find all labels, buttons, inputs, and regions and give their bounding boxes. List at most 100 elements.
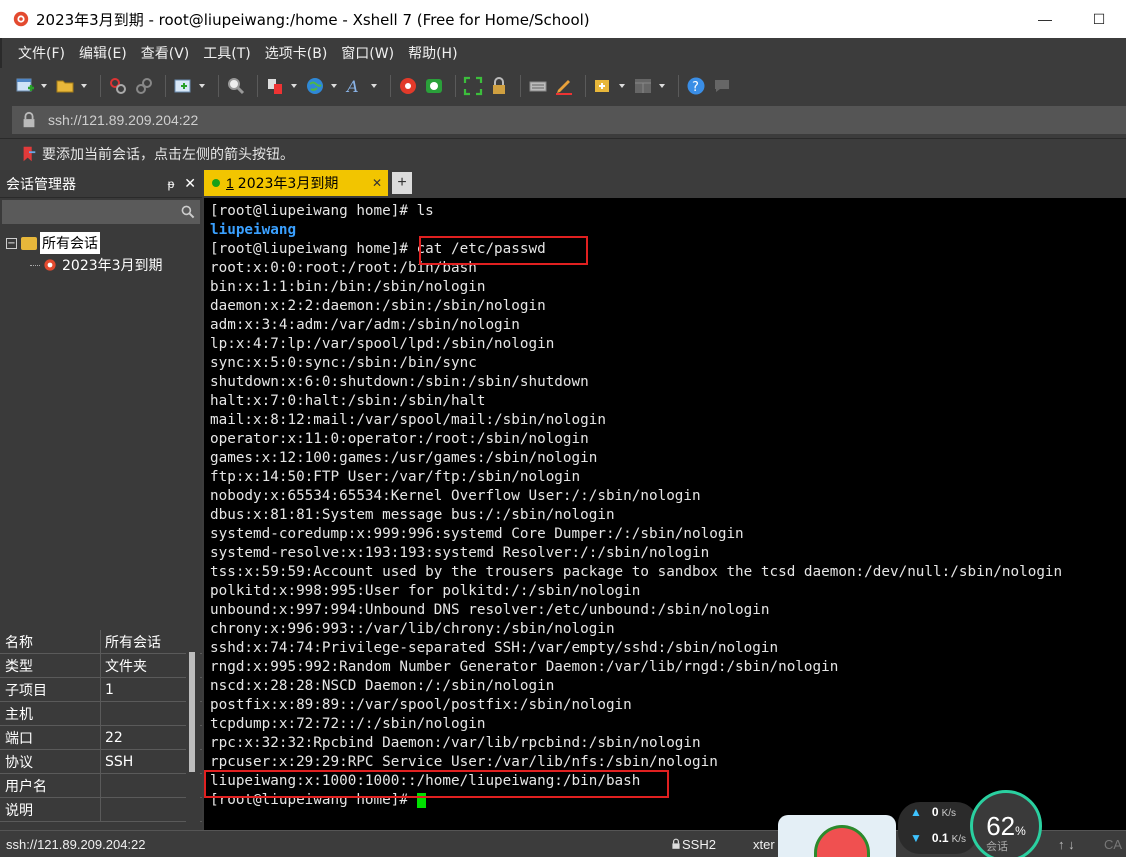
tab-bar: 1 2023年3月到期 ✕ + <box>204 170 1126 196</box>
terminal-line: [root@liupeiwang home]# ls <box>210 203 434 219</box>
globe-dropdown[interactable] <box>330 75 338 97</box>
bookmark-arrow-icon[interactable] <box>20 145 38 163</box>
terminal-line: games:x:12:100:games:/usr/games:/sbin/no… <box>210 450 598 466</box>
new-window-icon[interactable] <box>172 75 194 97</box>
new-session-icon[interactable] <box>14 75 36 97</box>
toolbar-separator <box>390 75 391 97</box>
chat-icon[interactable] <box>711 75 733 97</box>
download-value: 0.1 <box>931 831 949 845</box>
menu-view[interactable]: 查看(V) <box>141 43 190 63</box>
property-value: 1 <box>105 681 114 698</box>
xftp-icon[interactable] <box>423 75 445 97</box>
transfer-dropdown[interactable] <box>290 75 298 97</box>
property-key: 端口 <box>0 726 101 749</box>
download-speed: ▼ 0.1 K/s <box>910 831 966 845</box>
menu-window[interactable]: 窗口(W) <box>341 43 394 63</box>
layout-dropdown[interactable] <box>658 75 666 97</box>
svg-text:?: ? <box>692 80 699 95</box>
font-dropdown[interactable] <box>370 75 378 97</box>
tab-number: 1 <box>226 175 234 191</box>
session-icon <box>44 259 56 271</box>
terminal-line: bin:x:1:1:bin:/bin:/sbin/nologin <box>210 279 486 295</box>
window-title: 2023年3月到期 - root@liupeiwang:/home - Xshe… <box>36 10 590 29</box>
tree-item-all-sessions[interactable]: − 所有会话 <box>0 232 202 254</box>
menu-help[interactable]: 帮助(H) <box>408 43 457 63</box>
fullscreen-icon[interactable] <box>462 75 484 97</box>
tree-connector <box>30 264 40 266</box>
transfer-icon[interactable] <box>264 75 286 97</box>
terminal-line: tcpdump:x:72:72::/:/sbin/nologin <box>210 716 486 732</box>
collapse-icon[interactable]: − <box>6 237 17 249</box>
scrollbar-thumb[interactable] <box>189 652 195 772</box>
toolbar-separator <box>257 75 258 97</box>
folder-icon <box>21 236 37 250</box>
menu-file[interactable]: 文件(F) <box>18 43 65 63</box>
upload-value: 0 <box>931 805 939 819</box>
menu-edit[interactable]: 编辑(E) <box>79 43 127 63</box>
address-bar[interactable]: ssh://121.89.209.204:22 <box>12 106 1126 134</box>
add-tab-icon[interactable] <box>592 75 614 97</box>
xshell-red-icon[interactable] <box>397 75 419 97</box>
tree-item-session[interactable]: 2023年3月到期 <box>0 254 202 276</box>
terminal-line: postfix:x:89:89::/var/spool/postfix:/sbi… <box>210 697 632 713</box>
lock-icon[interactable] <box>488 75 510 97</box>
maximize-button[interactable]: ☐ <box>1072 0 1126 38</box>
status-protocol: SSH2 <box>670 837 716 852</box>
connect-icon[interactable] <box>107 75 129 97</box>
layout-icon[interactable] <box>632 75 654 97</box>
properties-scrollbar[interactable] <box>186 630 200 830</box>
xshell-icon <box>13 11 29 27</box>
property-value <box>101 702 185 725</box>
network-speed-widget[interactable]: ▲ 0 K/s ▼ 0.1 K/s 62% 会话 <box>898 790 1042 857</box>
menu-tab[interactable]: 选项卡(B) <box>265 43 328 63</box>
toolbar-separator <box>455 75 456 97</box>
tab-close-icon[interactable]: ✕ <box>372 176 382 190</box>
title-bar: 2023年3月到期 - root@liupeiwang:/home - Xshe… <box>0 0 1126 38</box>
property-row: 名称 所有会话 <box>0 630 202 654</box>
terminal-line: sync:x:5:0:sync:/sbin:/bin/sync <box>210 355 477 371</box>
session-search-input[interactable] <box>2 200 200 224</box>
terminal[interactable]: [root@liupeiwang home]# ls liupeiwang [r… <box>204 198 1126 830</box>
menu-tools[interactable]: 工具(T) <box>203 43 250 63</box>
close-icon[interactable]: ✕ <box>184 175 196 192</box>
status-terminal-type: xter <box>753 836 775 852</box>
keyboard-icon[interactable] <box>527 75 549 97</box>
add-tab-button[interactable]: + <box>392 172 412 194</box>
terminal-line: daemon:x:2:2:daemon:/sbin:/sbin/nologin <box>210 298 546 314</box>
disconnect-icon[interactable] <box>133 75 155 97</box>
window-dropdown[interactable] <box>198 75 206 97</box>
toolbar-separator <box>678 75 679 97</box>
compose-icon[interactable] <box>553 75 575 97</box>
pin-icon[interactable]: ᵽ <box>168 177 175 191</box>
download-arrow-icon: ▼ <box>910 831 922 845</box>
search-icon[interactable] <box>180 204 196 220</box>
terminal-line: sshd:x:74:74:Privilege-separated SSH:/va… <box>210 640 779 656</box>
status-protocol-label: SSH2 <box>682 836 716 852</box>
find-icon[interactable] <box>225 75 247 97</box>
tab-session[interactable]: 1 2023年3月到期 ✕ <box>204 170 388 196</box>
minimize-button[interactable]: — <box>1018 0 1072 38</box>
terminal-line: dbus:x:81:81:System message bus:/:/sbin/… <box>210 507 615 523</box>
add-tab-dropdown[interactable] <box>618 75 626 97</box>
help-icon[interactable]: ? <box>685 75 707 97</box>
address-text: ssh://121.89.209.204:22 <box>48 112 199 128</box>
status-caps: CA <box>1104 836 1123 852</box>
gauge-label: 会话 <box>986 841 1008 853</box>
globe-icon[interactable] <box>304 75 326 97</box>
font-icon[interactable]: A <box>344 75 366 97</box>
new-session-dropdown[interactable] <box>40 75 48 97</box>
toolbar-separator <box>585 75 586 97</box>
status-scroll-arrows[interactable]: ↑ ↓ <box>1058 837 1075 852</box>
property-key: 协议 <box>0 750 101 773</box>
floating-widget[interactable] <box>778 815 896 857</box>
terminal-line: chrony:x:996:993::/var/lib/chrony:/sbin/… <box>210 621 615 637</box>
property-value: 22 <box>105 729 123 746</box>
toolbar-separator <box>218 75 219 97</box>
property-value <box>101 798 185 821</box>
open-folder-icon[interactable] <box>54 75 76 97</box>
open-dropdown[interactable] <box>80 75 88 97</box>
svg-text:A: A <box>345 77 359 96</box>
terminal-line: nscd:x:28:28:NSCD Daemon:/:/sbin/nologin <box>210 678 555 694</box>
watermelon-icon <box>814 825 870 857</box>
terminal-line: ftp:x:14:50:FTP User:/var/ftp:/sbin/nolo… <box>210 469 581 485</box>
